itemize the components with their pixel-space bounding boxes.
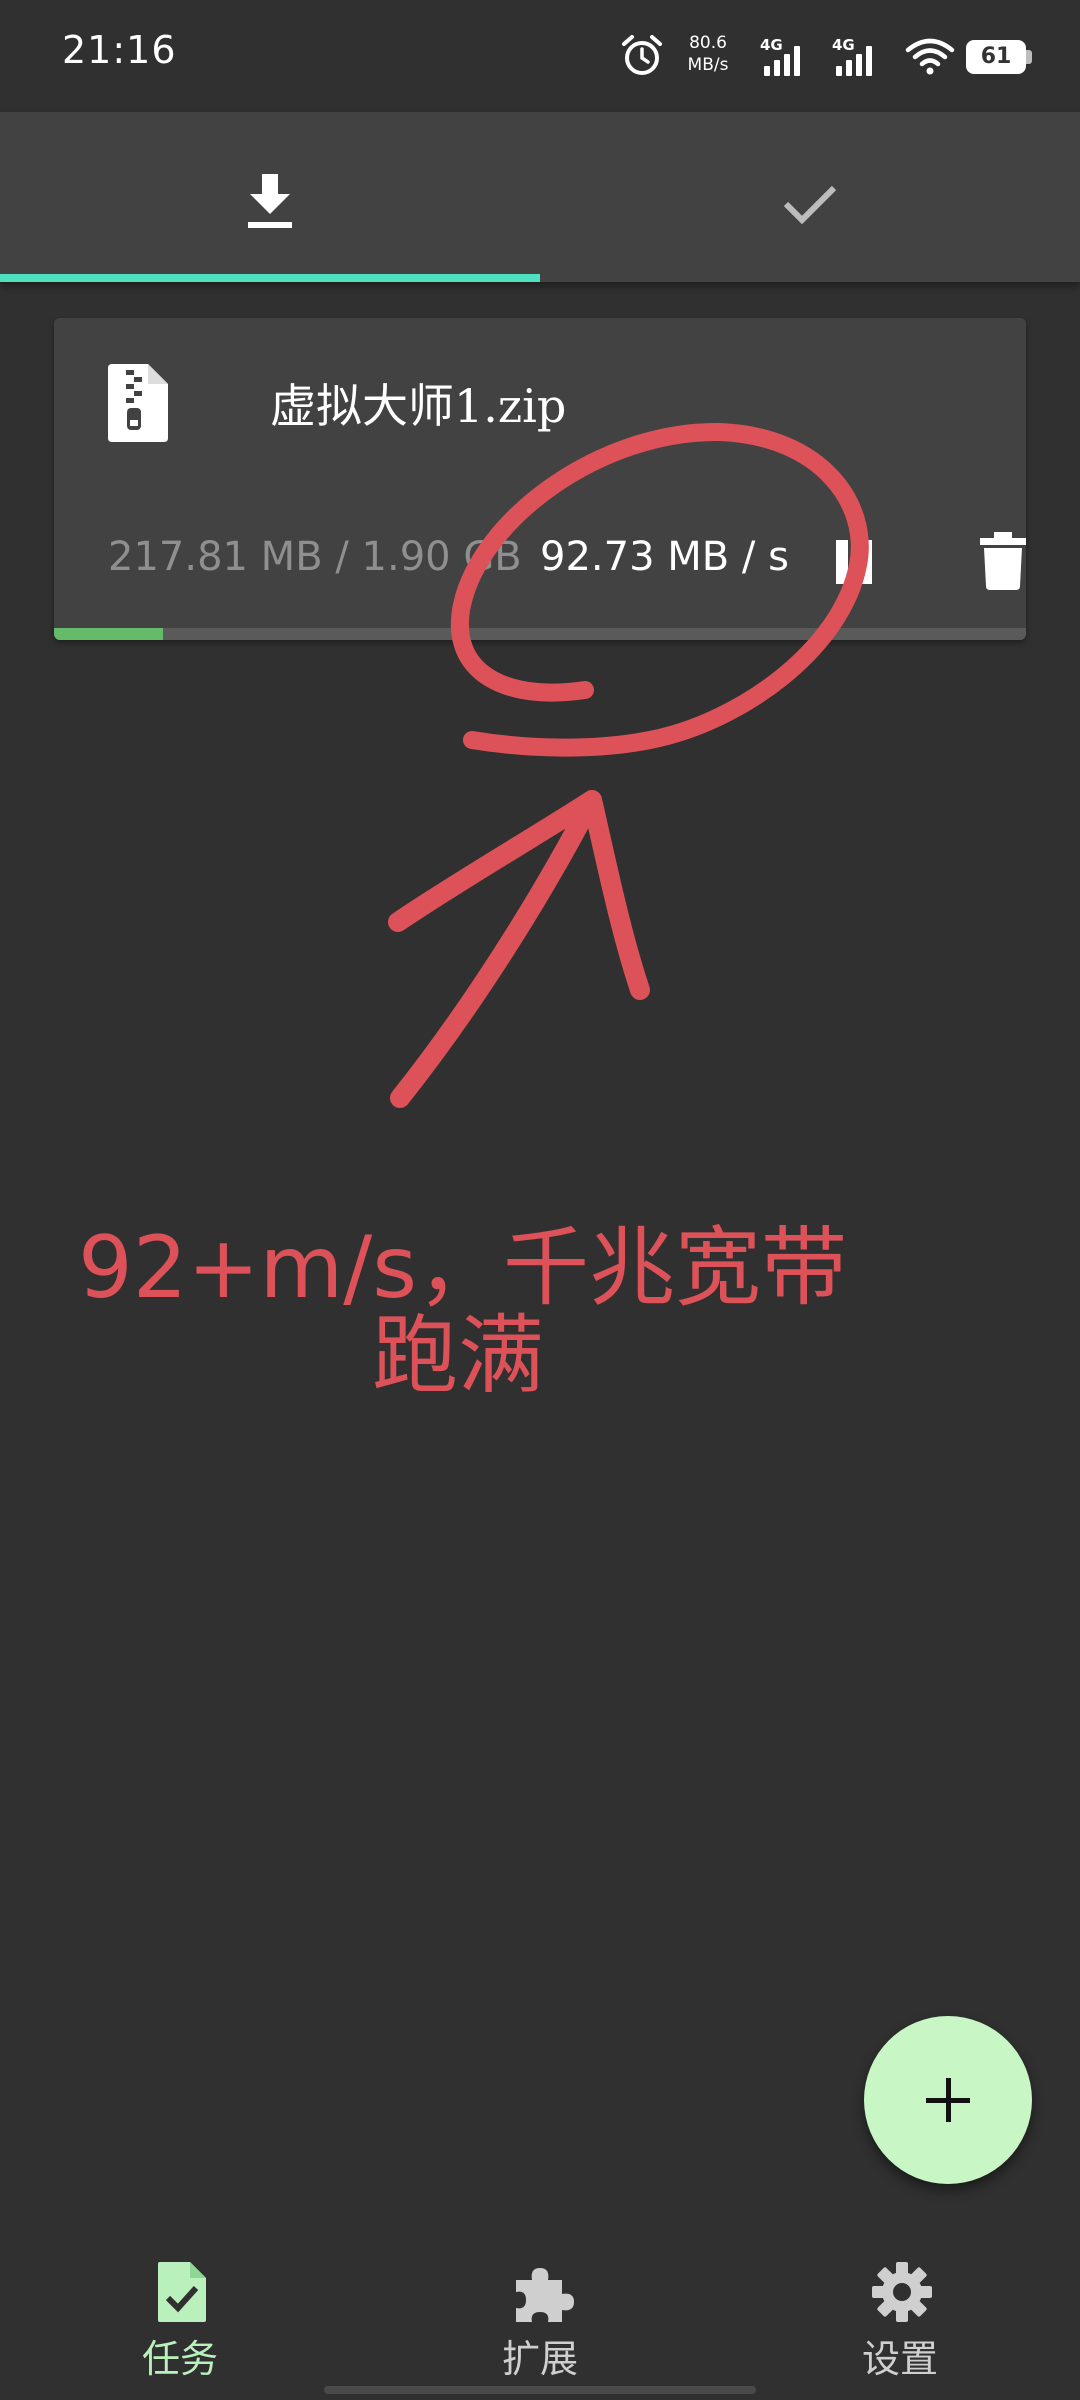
nav-label-settings: 设置: [861, 2337, 938, 2381]
tab-completed[interactable]: [540, 112, 1080, 282]
network-speed-value: 80.6: [689, 33, 727, 53]
nav-label-tasks: 任务: [141, 2337, 218, 2381]
status-icons: 80.6 MB/s 4G 4G 61: [620, 0, 1080, 112]
tab-indicator: [0, 274, 540, 282]
nav-item-settings[interactable]: 设置: [720, 2236, 1080, 2400]
network-speed-unit: MB/s: [687, 55, 729, 75]
status-bar: 21:16 80.6 MB/s 4G 4G 61: [0, 0, 1080, 112]
nav-label-extensions: 扩展: [501, 2337, 578, 2381]
gesture-navigation-bar[interactable]: [324, 2386, 756, 2394]
task-tabs: [0, 112, 1080, 282]
download-progress-fill: [54, 628, 163, 640]
add-task-button[interactable]: [864, 2016, 1032, 2184]
download-progress-size: 217.81 MB / 1.90 GB: [108, 534, 522, 580]
battery-tip: [1026, 50, 1032, 64]
task-check-icon: [158, 2262, 206, 2322]
annotation-text-line1: 92+m/s，千兆宽带: [78, 1218, 848, 1318]
download-icon: [248, 174, 292, 228]
bottom-navigation: 任务 扩展 设置: [0, 2236, 1080, 2400]
network-speed-indicator: 80.6 MB/s: [676, 32, 740, 76]
signal-sim1-icon: 4G: [760, 36, 806, 76]
wifi-icon: [905, 38, 955, 75]
file-name: 虚拟大师1.zip: [270, 379, 567, 433]
download-task-card[interactable]: 虚拟大师1.zip 217.81 MB / 1.90 GB 92.73 MB /…: [54, 318, 1026, 640]
zip-file-icon: [108, 364, 168, 442]
signal-sim2-icon: 4G: [832, 36, 878, 76]
tab-downloading[interactable]: [0, 112, 540, 282]
download-speed: 92.73 MB / s: [540, 534, 789, 580]
check-icon: [783, 185, 837, 225]
delete-icon[interactable]: [980, 532, 1026, 590]
battery-icon: 61: [966, 40, 1026, 74]
nav-item-extensions[interactable]: 扩展: [360, 2236, 720, 2400]
annotation-text-line2: 跑满: [372, 1306, 544, 1406]
gear-icon: [872, 2262, 932, 2322]
status-time: 21:16: [62, 28, 177, 72]
nav-item-tasks[interactable]: 任务: [0, 2236, 360, 2400]
pause-icon[interactable]: [834, 536, 874, 586]
sim2-network-label: 4G: [832, 36, 855, 54]
puzzle-icon: [516, 2268, 574, 2322]
battery-level: 61: [980, 44, 1012, 69]
sim1-network-label: 4G: [760, 36, 783, 54]
download-progress-bar: [54, 628, 1026, 640]
alarm-icon: [622, 35, 662, 75]
